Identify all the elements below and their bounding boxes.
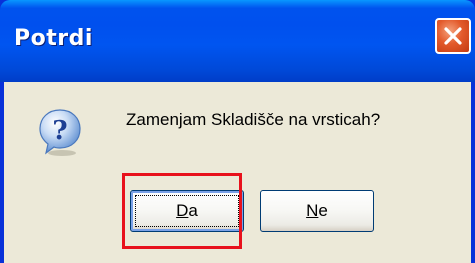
no-button[interactable]: Ne: [260, 190, 374, 232]
yes-button[interactable]: Da: [130, 190, 244, 232]
question-icon: ?: [39, 109, 81, 156]
svg-text:?: ?: [52, 116, 67, 146]
focus-rectangle: [135, 195, 239, 227]
close-button[interactable]: [435, 18, 471, 54]
no-button-label-rest: e: [318, 201, 328, 220]
confirm-dialog: Potrdi ? Zamenjam Skladišče na vrsticah?: [0, 0, 475, 263]
no-button-accelerator: N: [306, 201, 319, 220]
title-bar[interactable]: Potrdi: [0, 0, 475, 82]
dialog-body: ? Zamenjam Skladišče na vrsticah? Da Ne: [4, 82, 471, 263]
close-icon: [444, 27, 462, 45]
dialog-title: Potrdi: [14, 26, 93, 51]
dialog-message: Zamenjam Skladišče na vrsticah?: [126, 110, 381, 129]
